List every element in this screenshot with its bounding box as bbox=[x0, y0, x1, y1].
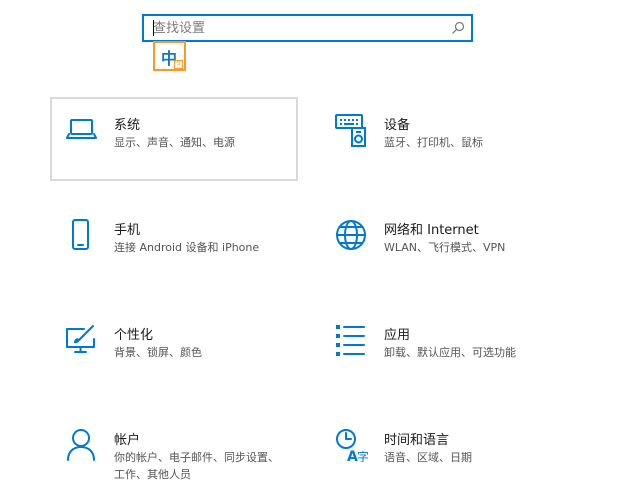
tile-description: 连接 Android 设备和 iPhone bbox=[114, 241, 260, 254]
tile-system[interactable]: 系统 显示、声音、通知、电源 bbox=[50, 97, 298, 181]
search-box[interactable] bbox=[142, 14, 473, 42]
tile-title: 系统 bbox=[114, 118, 141, 133]
tile-title: 时间和语言 bbox=[384, 433, 450, 448]
search-input[interactable] bbox=[153, 16, 443, 40]
search-icon[interactable] bbox=[451, 21, 465, 35]
apps-list-icon bbox=[336, 325, 365, 356]
tile-devices[interactable]: 设备 蓝牙、打印机、鼠标 bbox=[320, 97, 568, 181]
tile-title: 应用 bbox=[384, 328, 411, 343]
tile-phone[interactable]: 手机 连接 Android 设备和 iPhone bbox=[50, 202, 298, 286]
tile-title: 设备 bbox=[384, 118, 411, 133]
tile-title: 帐户 bbox=[114, 433, 141, 448]
personalization-icon bbox=[66, 325, 95, 353]
devices-icon bbox=[335, 114, 366, 147]
tile-description: 你的帐户、电子邮件、同步设置、工作、其他人员 bbox=[114, 451, 279, 481]
tile-title: 手机 bbox=[114, 223, 141, 238]
person-icon bbox=[67, 429, 95, 461]
ime-indicator[interactable]: 中 S bbox=[153, 41, 186, 71]
tile-description: 蓝牙、打印机、鼠标 bbox=[384, 136, 483, 149]
globe-icon bbox=[336, 220, 366, 250]
tile-apps[interactable]: 应用 卸载、默认应用、可选功能 bbox=[320, 307, 568, 391]
time-language-icon: A 字 bbox=[336, 429, 368, 462]
settings-home: 中 S 系统 显示、声音、通知、电源 设备 蓝牙、打印机、鼠标 手机 bbox=[0, 0, 632, 486]
laptop-icon bbox=[66, 119, 97, 139]
tile-description: 卸载、默认应用、可选功能 bbox=[384, 346, 516, 359]
ime-sub-label: S bbox=[174, 60, 183, 69]
tile-accounts[interactable]: 帐户 你的帐户、电子邮件、同步设置、工作、其他人员 bbox=[50, 412, 298, 484]
svg-text:字: 字 bbox=[357, 449, 368, 462]
tile-title: 网络和 Internet bbox=[384, 223, 479, 238]
tile-description: 背景、锁屏、颜色 bbox=[114, 346, 202, 359]
tile-network[interactable]: 网络和 Internet WLAN、飞行模式、VPN bbox=[320, 202, 568, 286]
tile-title: 个性化 bbox=[114, 328, 154, 343]
tile-description: 语音、区域、日期 bbox=[384, 451, 472, 464]
phone-icon bbox=[72, 219, 89, 250]
text-caret bbox=[153, 20, 154, 36]
tile-personalization[interactable]: 个性化 背景、锁屏、颜色 bbox=[50, 307, 298, 391]
tile-description: 显示、声音、通知、电源 bbox=[114, 136, 235, 149]
tile-description: WLAN、飞行模式、VPN bbox=[384, 241, 506, 254]
tile-time-language[interactable]: A 字 时间和语言 语音、区域、日期 bbox=[320, 412, 568, 484]
